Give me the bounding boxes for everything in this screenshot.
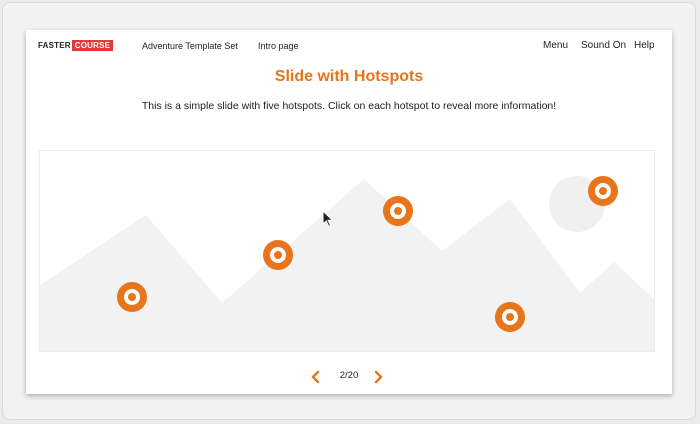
nav-adventure-template-set[interactable]: Adventure Template Set bbox=[142, 41, 238, 51]
hotspot-1[interactable] bbox=[117, 282, 147, 312]
chevron-right-icon[interactable] bbox=[370, 368, 386, 386]
nav-intro-page[interactable]: Intro page bbox=[258, 41, 299, 51]
logo-text-course: COURSE bbox=[71, 40, 114, 51]
slide-card: FASTER COURSE Adventure Template Set Int… bbox=[26, 30, 672, 394]
hotspot-ring bbox=[124, 289, 140, 305]
hotspot-stage bbox=[39, 150, 655, 352]
hotspot-ring bbox=[270, 247, 286, 263]
hotspot-ring bbox=[390, 203, 406, 219]
slide-title: Slide with Hotspots bbox=[274, 68, 424, 85]
mouse-pointer-icon bbox=[322, 210, 334, 228]
hotspot-2[interactable] bbox=[263, 240, 293, 270]
hotspot-ring bbox=[502, 309, 518, 325]
hotspot-3[interactable] bbox=[383, 196, 413, 226]
hotspot-4[interactable] bbox=[495, 302, 525, 332]
pagination-bar: 2/20 bbox=[26, 368, 672, 386]
slide-instructions: This is a simple slide with five hotspot… bbox=[141, 100, 557, 112]
hotspot-dot bbox=[274, 251, 282, 259]
chevron-left-icon[interactable] bbox=[308, 368, 324, 386]
hotspot-dot bbox=[506, 313, 514, 321]
sound-toggle-button[interactable]: Sound On bbox=[581, 40, 626, 51]
page-indicator: 2/20 bbox=[339, 370, 359, 381]
hotspot-dot bbox=[599, 187, 607, 195]
help-button[interactable]: Help bbox=[634, 40, 655, 51]
hotspot-ring bbox=[595, 183, 611, 199]
fastercourse-logo[interactable]: FASTER COURSE bbox=[38, 40, 114, 51]
logo-text-faster: FASTER bbox=[38, 41, 71, 50]
hotspot-dot bbox=[394, 207, 402, 215]
menu-button[interactable]: Menu bbox=[543, 40, 568, 51]
hotspot-dot bbox=[128, 293, 136, 301]
mountain-scenery bbox=[40, 176, 654, 351]
hotspot-5[interactable] bbox=[588, 176, 618, 206]
top-bar: FASTER COURSE Adventure Template Set Int… bbox=[26, 30, 672, 62]
